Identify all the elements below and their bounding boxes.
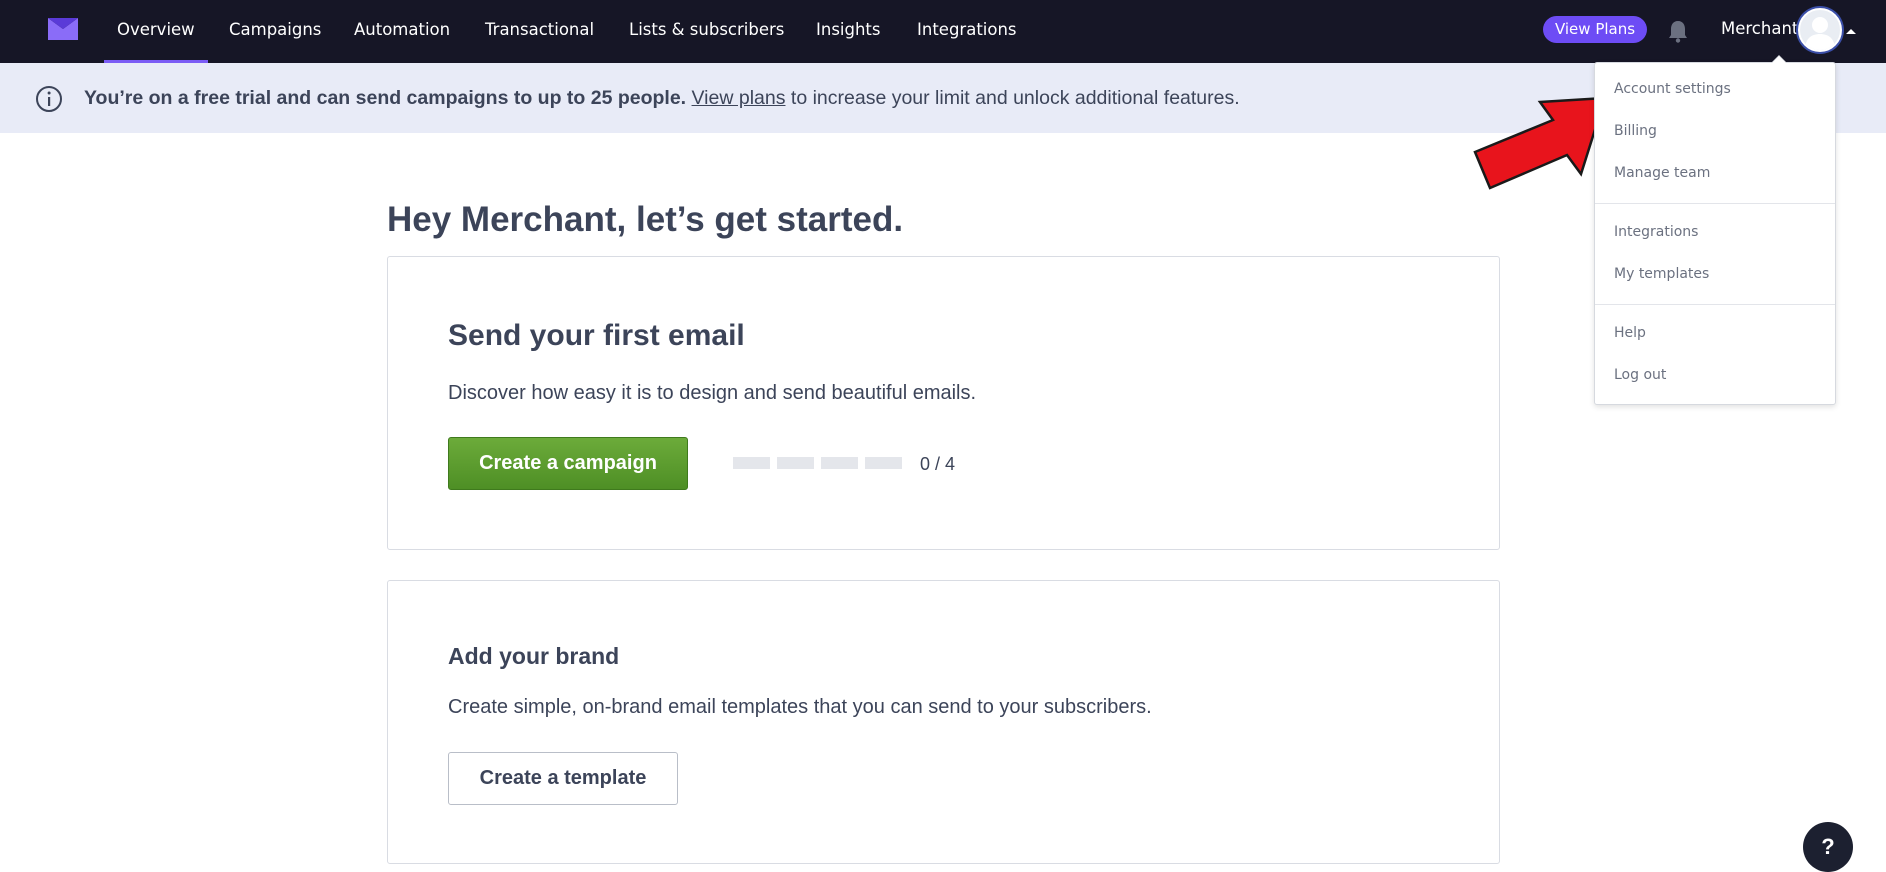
view-plans-button[interactable]: View Plans bbox=[1543, 16, 1647, 43]
banner-rest-text: to increase your limit and unlock additi… bbox=[785, 87, 1240, 109]
menu-divider bbox=[1595, 304, 1835, 305]
progress-segment bbox=[777, 457, 814, 469]
account-dropdown-menu: Account settings Billing Manage team Int… bbox=[1594, 55, 1836, 405]
card-heading: Send your first email bbox=[448, 319, 745, 352]
menu-item-account-settings[interactable]: Account settings bbox=[1614, 81, 1731, 97]
top-nav: Overview Campaigns Automation Transactio… bbox=[0, 0, 1886, 63]
nav-transactional[interactable]: Transactional bbox=[485, 0, 594, 63]
nav-campaigns[interactable]: Campaigns bbox=[229, 0, 321, 63]
card-description: Create simple, on-brand email templates … bbox=[448, 696, 1152, 718]
banner-message: You’re on a free trial and can send camp… bbox=[84, 87, 1240, 110]
menu-divider bbox=[1595, 203, 1835, 204]
nav-overview[interactable]: Overview bbox=[104, 0, 208, 63]
menu-item-manage-team[interactable]: Manage team bbox=[1614, 165, 1710, 181]
red-arrow-icon bbox=[1473, 96, 1607, 190]
view-plans-link[interactable]: View plans bbox=[692, 87, 786, 109]
user-name[interactable]: Merchant bbox=[1721, 19, 1798, 38]
add-brand-card: Add your brand Create simple, on-brand e… bbox=[387, 580, 1500, 864]
avatar[interactable] bbox=[1798, 8, 1842, 52]
card-heading: Add your brand bbox=[448, 643, 620, 669]
progress-label: 0 / 4 bbox=[920, 454, 956, 474]
menu-item-log-out[interactable]: Log out bbox=[1614, 367, 1666, 383]
progress-segment bbox=[733, 457, 770, 469]
create-campaign-button[interactable]: Create a campaign bbox=[448, 437, 688, 490]
page-title: Hey Merchant, let’s get started. bbox=[387, 200, 904, 239]
menu-item-help[interactable]: Help bbox=[1614, 325, 1646, 341]
nav-automation[interactable]: Automation bbox=[354, 0, 450, 63]
progress-segment bbox=[865, 457, 902, 469]
menu-item-integrations[interactable]: Integrations bbox=[1614, 224, 1698, 240]
bell-icon[interactable] bbox=[1667, 19, 1689, 43]
card-description: Discover how easy it is to design and se… bbox=[448, 382, 977, 404]
nav-integrations[interactable]: Integrations bbox=[917, 0, 1017, 63]
create-template-button[interactable]: Create a template bbox=[448, 752, 678, 805]
envelope-logo-icon[interactable] bbox=[48, 18, 78, 40]
caret-up-icon[interactable] bbox=[1846, 29, 1856, 34]
menu-item-billing[interactable]: Billing bbox=[1614, 123, 1657, 139]
help-button[interactable]: ? bbox=[1803, 822, 1853, 872]
nav-insights[interactable]: Insights bbox=[816, 0, 881, 63]
nav-lists-subscribers[interactable]: Lists & subscribers bbox=[629, 0, 784, 63]
info-icon bbox=[36, 86, 62, 112]
menu-item-my-templates[interactable]: My templates bbox=[1614, 266, 1709, 282]
progress-segment bbox=[821, 457, 858, 469]
banner-bold-text: You’re on a free trial and can send camp… bbox=[84, 87, 687, 109]
progress-bar bbox=[733, 457, 902, 469]
send-first-email-card: Send your first email Discover how easy … bbox=[387, 256, 1500, 550]
user-silhouette-icon bbox=[1805, 17, 1835, 50]
